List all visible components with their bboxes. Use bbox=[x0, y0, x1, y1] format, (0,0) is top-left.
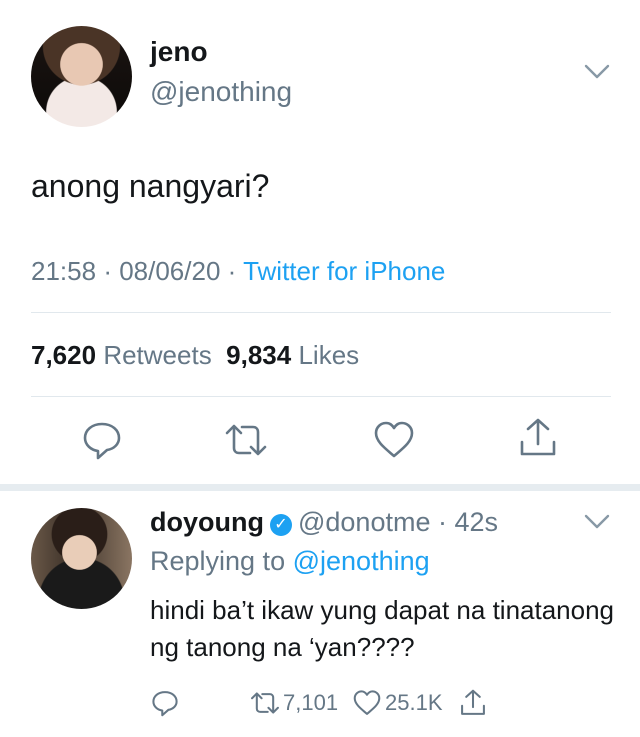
avatar[interactable] bbox=[31, 26, 132, 127]
reply-text: hindi ba’t ikaw yung dapat na tinatanong… bbox=[150, 595, 615, 662]
chevron-down-icon[interactable] bbox=[582, 62, 612, 82]
verified-badge-icon: ✓ bbox=[269, 514, 292, 536]
likes-stat[interactable]: 9,834 Likes bbox=[226, 340, 359, 370]
likes-count: 9,834 bbox=[226, 340, 292, 370]
retweets-count: 7,620 bbox=[31, 340, 97, 370]
retweets-stat[interactable]: 7,620 Retweets bbox=[31, 340, 212, 370]
retweet-icon[interactable] bbox=[224, 418, 268, 462]
likes-label: Likes bbox=[298, 340, 360, 370]
tweet-meta: 21:58 · 08/06/20 · Twitter for iPhone bbox=[31, 256, 445, 287]
reply-reply-button[interactable] bbox=[150, 686, 180, 720]
section-separator bbox=[0, 484, 640, 491]
retweets-label: Retweets bbox=[103, 340, 212, 370]
reply-share-button[interactable] bbox=[458, 686, 488, 720]
replying-to: Replying to @jenothing bbox=[150, 546, 430, 577]
heart-icon bbox=[353, 690, 381, 715]
reply-time-separator: · bbox=[430, 507, 455, 537]
reply-icon bbox=[152, 691, 178, 717]
tweet-stats: 7,620 Retweets 9,834 Likes bbox=[31, 340, 359, 371]
reply-retweet-count: 7,101 bbox=[283, 690, 339, 715]
share-icon[interactable] bbox=[516, 416, 560, 460]
reply-time[interactable]: 42s bbox=[454, 507, 498, 537]
user-handle[interactable]: @jenothing bbox=[150, 76, 292, 108]
chevron-down-icon[interactable] bbox=[582, 512, 612, 532]
replying-to-label: Replying to bbox=[150, 546, 286, 576]
tweet-text: anong nangyari? bbox=[31, 168, 270, 204]
display-name[interactable]: jeno bbox=[150, 36, 208, 68]
heart-icon[interactable] bbox=[372, 418, 416, 462]
retweet-icon bbox=[251, 692, 279, 714]
tweet-date: 08/06/20 bbox=[119, 256, 221, 286]
divider bbox=[31, 312, 611, 313]
share-icon bbox=[461, 689, 485, 715]
reply-display-name[interactable]: doyoung bbox=[150, 507, 264, 537]
replying-to-mention[interactable]: @jenothing bbox=[293, 546, 430, 576]
tweet-source-link[interactable]: Twitter for iPhone bbox=[243, 256, 445, 286]
meta-separator: · bbox=[103, 256, 120, 286]
tweet-time: 21:58 bbox=[31, 256, 97, 286]
reply-handle[interactable]: @donotme bbox=[298, 507, 430, 537]
reply-header: doyoung ✓ @donotme · 42s bbox=[150, 507, 498, 538]
reply-retweet-button[interactable]: 7,101 bbox=[250, 686, 338, 720]
meta-separator: · bbox=[227, 256, 244, 286]
reply-like-button[interactable]: 25.1K bbox=[352, 686, 443, 720]
reply-like-count: 25.1K bbox=[385, 690, 443, 715]
divider bbox=[31, 396, 611, 397]
reply-icon[interactable] bbox=[80, 418, 124, 462]
reply-avatar[interactable] bbox=[31, 508, 132, 609]
